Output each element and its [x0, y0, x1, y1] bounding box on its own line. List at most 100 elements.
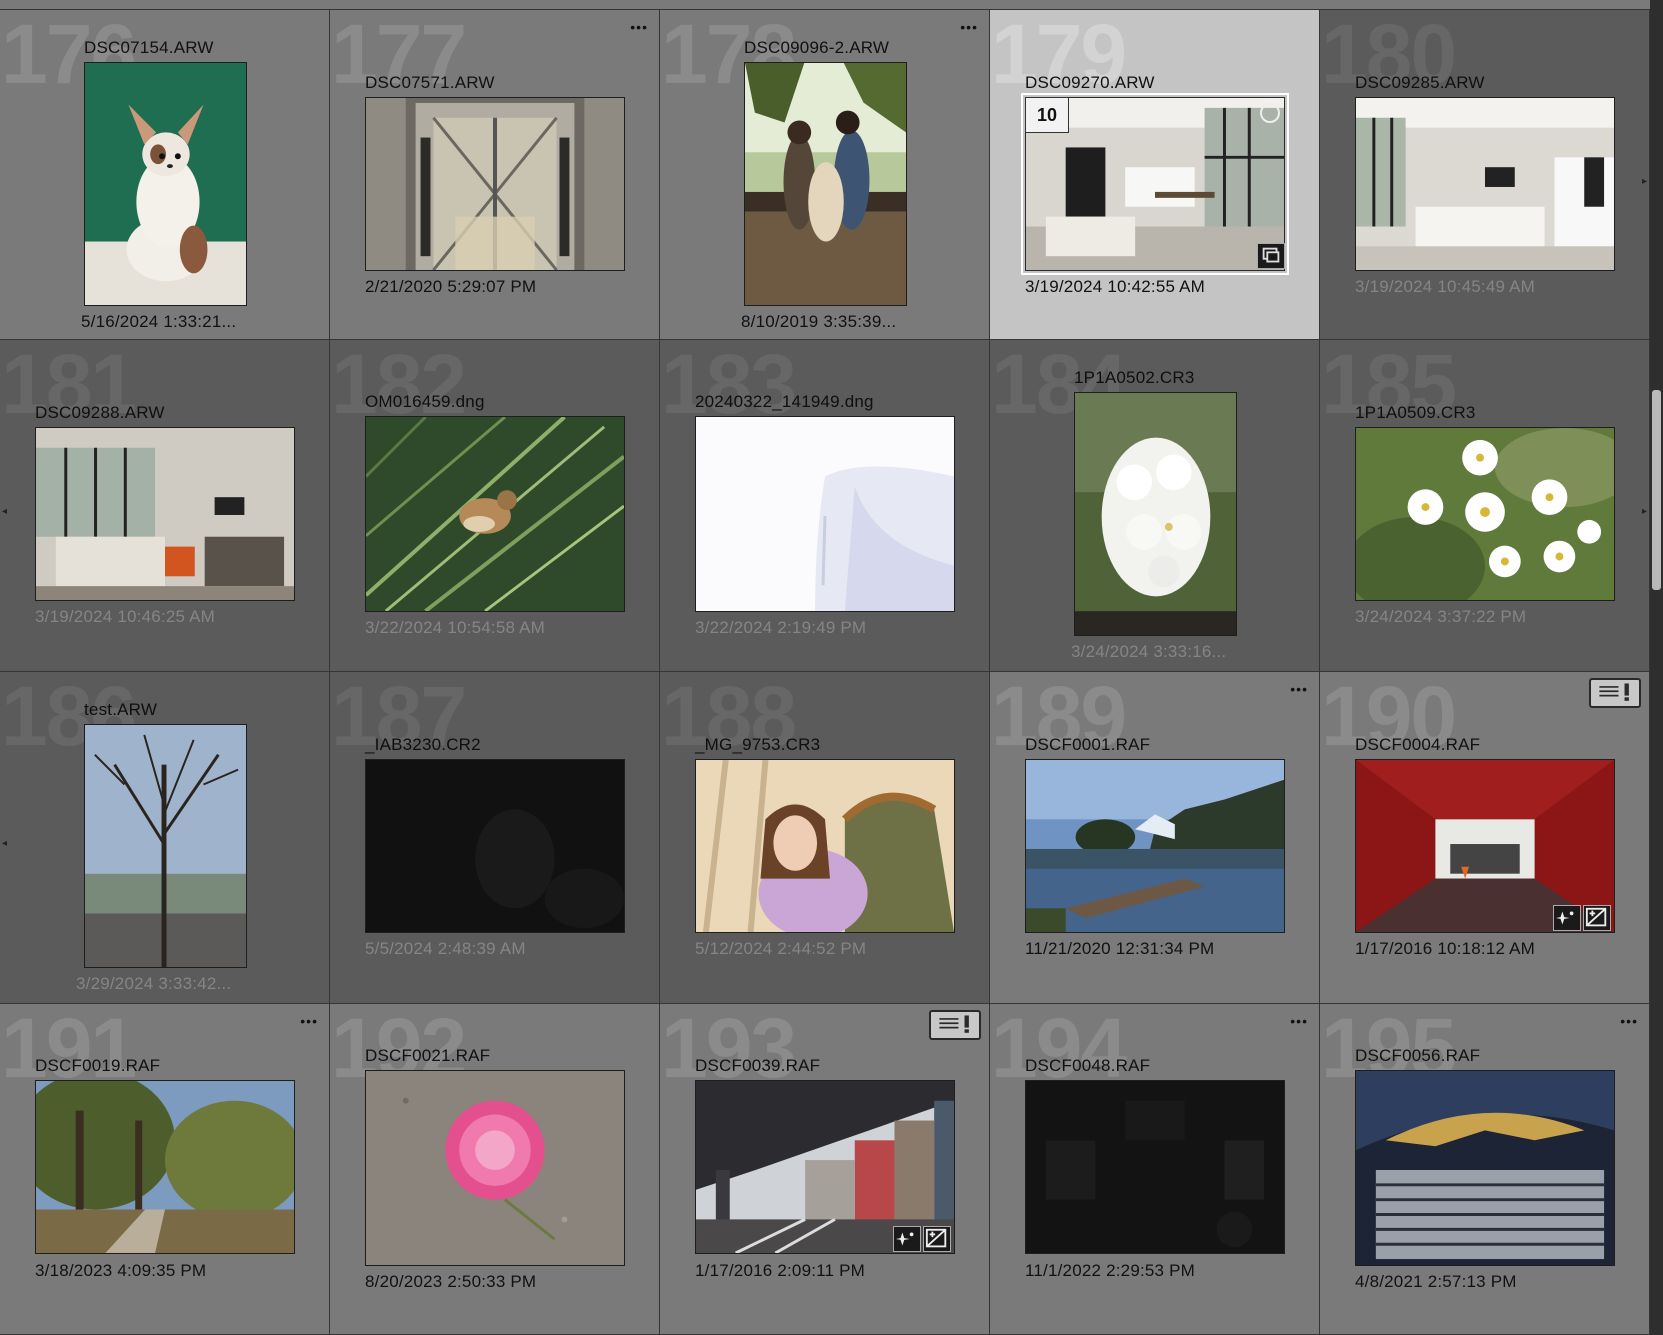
grid-cell[interactable]: 186 test.ARW 3/29/2024 3:33:42... ◂ — [0, 672, 330, 1004]
grid-cell-selected[interactable]: 179 DSC09270.ARW 10 3/19/2024 10:42:55 A… — [990, 10, 1320, 340]
cell-filename: 1P1A0502.CR3 — [1074, 368, 1195, 387]
photo-thumbnail[interactable] — [84, 724, 247, 968]
photo-thumbnail[interactable] — [1355, 1070, 1615, 1266]
photo-thumbnail[interactable] — [365, 97, 625, 271]
scroll-right-icon[interactable]: ▸ — [1642, 506, 1647, 517]
cell-filename: DSCF0048.RAF — [1025, 1056, 1151, 1075]
develop-settings-icon[interactable] — [893, 1226, 921, 1252]
develop-settings-icon[interactable] — [1553, 905, 1581, 931]
cell-filename: OM016459.dng — [365, 392, 485, 411]
photo-thumbnail[interactable] — [35, 1080, 295, 1254]
photo-thumbnail[interactable] — [1074, 392, 1237, 636]
photo-thumbnail[interactable] — [1025, 759, 1285, 933]
more-options-icon[interactable]: ••• — [960, 20, 978, 34]
cell-filename: 1P1A0509.CR3 — [1355, 403, 1476, 422]
grid-cell[interactable]: 187 _IAB3230.CR2 5/5/2024 2:48:39 AM — [330, 672, 660, 1004]
more-options-icon[interactable]: ••• — [630, 20, 648, 34]
photo-thumbnail[interactable] — [35, 427, 295, 601]
grid-cell[interactable]: 185 1P1A0509.CR3 3/24/2024 3:37:22 PM ▸ — [1320, 340, 1650, 672]
grid-cell[interactable]: 195 ••• DSCF0056.RAF 4/8/2021 2:57:13 PM — [1320, 1004, 1650, 1335]
grid-cell[interactable]: 194 ••• DSCF0048.RAF 11/1/2022 2:29:53 P… — [990, 1004, 1320, 1335]
grid-cell[interactable]: 177 ••• DSC07571.ARW 2/21/2020 5:29:07 P… — [330, 10, 660, 340]
previous-row-strip — [0, 0, 1650, 10]
cell-filename: DSC07571.ARW — [365, 73, 495, 92]
grid-cell[interactable]: 191 ••• DSCF0019.RAF 3/18/2023 4:09:35 P… — [0, 1004, 330, 1335]
stack-icon[interactable] — [1257, 243, 1285, 269]
cell-capture-date: 3/19/2024 10:46:25 AM — [35, 607, 216, 626]
cell-filename: DSCF0056.RAF — [1355, 1046, 1481, 1065]
photo-thumbnail[interactable] — [1355, 97, 1615, 271]
cell-capture-date: 8/10/2019 3:35:39... — [741, 312, 897, 331]
metadata-warning-icon[interactable] — [929, 1010, 981, 1040]
grid-cell[interactable]: 184 1P1A0502.CR3 3/24/2024 3:33:16... — [990, 340, 1320, 672]
cell-index: 182 — [331, 340, 467, 431]
photo-thumbnail[interactable] — [744, 62, 907, 306]
cell-capture-date: 3/18/2023 4:09:35 PM — [35, 1261, 207, 1280]
grid-cell[interactable]: 189 ••• DSCF0001.RAF 11/21/2020 12:31:34… — [990, 672, 1320, 1004]
cell-filename: DSCF0001.RAF — [1025, 735, 1151, 754]
selection-circle-icon[interactable] — [1260, 103, 1280, 123]
cell-capture-date: 3/19/2024 10:45:49 AM — [1355, 277, 1536, 296]
cell-index: 191 — [1, 1004, 137, 1095]
cell-index: 194 — [991, 1004, 1127, 1095]
cell-capture-date: 8/20/2023 2:50:33 PM — [365, 1272, 537, 1291]
more-options-icon[interactable]: ••• — [1290, 682, 1308, 696]
cell-filename: DSC09285.ARW — [1355, 73, 1485, 92]
cell-capture-date: 11/21/2020 12:31:34 PM — [1025, 939, 1215, 958]
cell-capture-date: 3/24/2024 3:33:16... — [1071, 642, 1227, 661]
cell-capture-date: 1/17/2016 2:09:11 PM — [695, 1261, 866, 1280]
more-options-icon[interactable]: ••• — [1620, 1014, 1638, 1028]
grid-cell[interactable]: 181 DSC09288.ARW 3/19/2024 10:46:25 AM ◂ — [0, 340, 330, 672]
cell-capture-date: 3/19/2024 10:42:55 AM — [1025, 277, 1206, 296]
cell-capture-date: 11/1/2022 2:29:53 PM — [1025, 1261, 1196, 1280]
cell-filename: DSC09288.ARW — [35, 403, 165, 422]
cell-filename: DSCF0021.RAF — [365, 1046, 491, 1065]
grid-cell[interactable]: 193 DSCF0039.RAF 1/17/2016 2:09:11 PM — [660, 1004, 990, 1335]
cell-index: 193 — [661, 1004, 797, 1095]
photo-thumbnail[interactable] — [1355, 427, 1615, 601]
photo-thumbnail[interactable] — [695, 759, 955, 933]
cell-filename: DSC09096-2.ARW — [744, 38, 890, 57]
more-options-icon[interactable]: ••• — [1290, 1014, 1308, 1028]
photo-thumbnail[interactable] — [365, 416, 625, 612]
cell-filename: DSCF0004.RAF — [1355, 735, 1481, 754]
cell-capture-date: 3/29/2024 3:33:42... — [76, 974, 232, 993]
cell-filename: test.ARW — [84, 700, 158, 719]
cell-capture-date: 3/22/2024 2:19:49 PM — [695, 618, 867, 637]
cell-capture-date: 2/21/2020 5:29:07 PM — [365, 277, 537, 296]
cell-capture-date: 5/5/2024 2:48:39 AM — [365, 939, 526, 958]
scrollbar-thumb[interactable] — [1652, 390, 1661, 590]
stack-count-badge[interactable]: 10 — [1025, 97, 1069, 133]
develop-settings-icon[interactable] — [1583, 905, 1611, 931]
vertical-scrollbar[interactable] — [1650, 0, 1663, 1335]
grid-cell[interactable]: 192 DSCF0021.RAF 8/20/2023 2:50:33 PM — [330, 1004, 660, 1335]
develop-settings-icon[interactable] — [923, 1226, 951, 1252]
photo-thumbnail[interactable] — [1025, 1080, 1285, 1254]
cell-filename: 20240322_141949.dng — [695, 392, 874, 411]
cell-filename: _MG_9753.CR3 — [695, 735, 821, 754]
photo-thumbnail[interactable] — [695, 416, 955, 612]
grid-cell[interactable]: 188 _MG_9753.CR3 5/12/2024 2:44:52 PM — [660, 672, 990, 1004]
cell-capture-date: 3/24/2024 3:37:22 PM — [1355, 607, 1527, 626]
cell-filename: DSCF0019.RAF — [35, 1056, 161, 1075]
grid-cell[interactable]: 190 DSCF0004.RAF 1/17/2016 10:18:12 AM — [1320, 672, 1650, 1004]
cell-filename: DSCF0039.RAF — [695, 1056, 821, 1075]
scroll-right-icon[interactable]: ▸ — [1642, 176, 1647, 187]
cell-capture-date: 5/16/2024 1:33:21... — [81, 312, 237, 331]
cell-capture-date: 1/17/2016 10:18:12 AM — [1355, 939, 1536, 958]
grid-cell[interactable]: 176 DSC07154.ARW 5/16/2024 1:33:21... — [0, 10, 330, 340]
cell-capture-date: 4/8/2021 2:57:13 PM — [1355, 1272, 1517, 1291]
cell-capture-date: 5/12/2024 2:44:52 PM — [695, 939, 867, 958]
scroll-left-icon[interactable]: ◂ — [2, 838, 7, 849]
cell-filename: DSC07154.ARW — [84, 38, 214, 57]
grid-cell[interactable]: 183 20240322_141949.dng 3/22/2024 2:19:4… — [660, 340, 990, 672]
grid-cell[interactable]: 182 OM016459.dng 3/22/2024 10:54:58 AM — [330, 340, 660, 672]
photo-thumbnail[interactable] — [365, 1070, 625, 1266]
more-options-icon[interactable]: ••• — [300, 1014, 318, 1028]
scroll-left-icon[interactable]: ◂ — [2, 506, 7, 517]
photo-thumbnail[interactable] — [365, 759, 625, 933]
metadata-warning-icon[interactable] — [1589, 678, 1641, 708]
photo-thumbnail[interactable] — [84, 62, 247, 306]
grid-cell[interactable]: 178 ••• DSC09096-2.ARW 8/10/2019 3:35:39… — [660, 10, 990, 340]
grid-cell[interactable]: 180 DSC09285.ARW 3/19/2024 10:45:49 AM ▸ — [1320, 10, 1650, 340]
